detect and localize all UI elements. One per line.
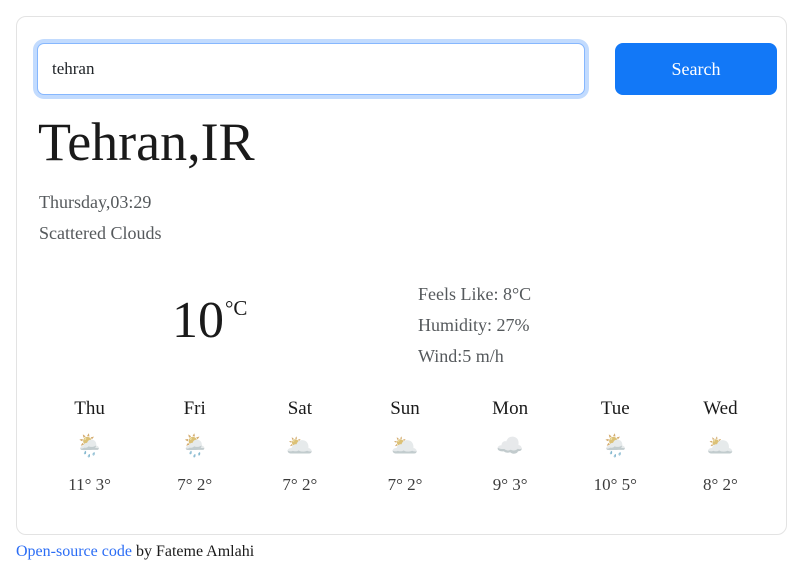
forecast-day-label: Sun (390, 398, 420, 419)
forecast-day: Fri 🌦️ 7° 2° (142, 399, 247, 493)
forecast-day: Wed 🌥️ 8° 2° (668, 399, 773, 493)
cloud-icon: ☁️ (57, 296, 132, 362)
forecast-day-label: Wed (703, 398, 738, 419)
search-row: Search (37, 43, 777, 101)
sun-behind-rain-cloud-icon: 🌦️ (75, 433, 104, 458)
current-temperature: 10°C (172, 295, 247, 347)
forecast-day: Sat 🌥️ 7° 2° (247, 399, 352, 493)
forecast-day-label: Mon (492, 398, 529, 419)
sun-behind-rain-cloud-icon: 🌦️ (181, 433, 209, 458)
current-datetime: Thursday,03:29 (39, 192, 152, 212)
forecast-day-temps: 7° 2° (177, 475, 213, 494)
current-temperature-value: 10 (172, 292, 224, 349)
forecast-day-temps: 7° 2° (387, 475, 423, 494)
forecast-day-temps: 11° 3° (68, 475, 111, 494)
footer: Open-source code by Fateme Amlahi (16, 543, 254, 561)
forecast-day-temps: 8° 2° (702, 475, 738, 494)
weather-details: Feels Like: 8°C Humidity: 27% Wind:5 m/h (418, 279, 738, 372)
forecast-day-label: Fri (183, 398, 206, 419)
forecast-day-label: Thu (74, 398, 105, 419)
wind-detail: Wind:5 m/h (418, 346, 504, 366)
forecast-day-temps: 10° 5° (593, 475, 637, 494)
sun-behind-rain-cloud-icon: 🌦️ (601, 433, 629, 458)
humidity-detail: Humidity: 27% (418, 315, 530, 335)
forecast-day-temps: 7° 2° (282, 475, 318, 494)
sun-behind-cloud-icon: 🌥️ (706, 433, 735, 458)
weather-app-card: Search Tehran,IR Thursday,03:29 Scattere… (16, 16, 787, 535)
forecast-day: Mon ☁️ 9° 3° (458, 399, 563, 493)
forecast-day: Sun 🌥️ 7° 2° (352, 399, 457, 493)
search-input[interactable] (38, 44, 584, 94)
forecast-day-label: Sat (287, 398, 312, 419)
forecast-day-label: Tue (600, 398, 630, 419)
footer-byline: by Fateme Amlahi (131, 543, 255, 560)
forecast-day-temps: 9° 3° (492, 475, 528, 494)
weather-description: Scattered Clouds (39, 223, 162, 243)
forecast-row: Thu 🌦️ 11° 3° Fri 🌦️ 7° 2° Sat 🌥️ 7° 2° … (37, 399, 773, 493)
sun-behind-cloud-icon: 🌥️ (286, 433, 314, 458)
current-conditions: ☁️ 10°C Feels Like: 8°C Humidity: 27% Wi… (17, 257, 786, 377)
city-name: Tehran,IR (38, 112, 255, 172)
temperature-unit: °C (225, 296, 248, 320)
feels-like-detail: Feels Like: 8°C (418, 284, 532, 304)
search-input-wrapper[interactable] (37, 43, 585, 95)
search-button[interactable]: Search (615, 43, 777, 95)
forecast-day: Tue 🌦️ 10° 5° (563, 399, 668, 493)
forecast-day: Thu 🌦️ 11° 3° (37, 399, 142, 493)
cloud-icon: ☁️ (496, 433, 524, 458)
open-source-code-link[interactable]: Open-source code (16, 543, 132, 560)
sun-behind-cloud-icon: 🌥️ (391, 433, 419, 458)
